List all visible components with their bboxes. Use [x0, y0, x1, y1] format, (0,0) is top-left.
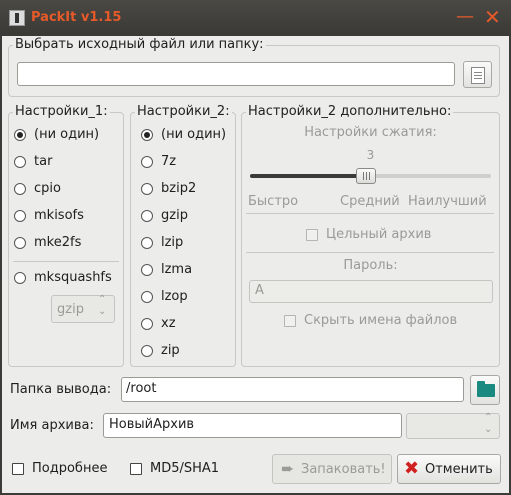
spin-down-icon: ⌄: [484, 424, 493, 435]
close-icon[interactable]: ✕: [484, 7, 501, 27]
spin-up-icon: ⌃: [484, 412, 493, 423]
browse-output-button[interactable]: [470, 375, 500, 405]
source-path-input[interactable]: [17, 62, 455, 86]
pack-arrow-icon: ➨: [281, 459, 295, 478]
password-input[interactable]: A: [249, 280, 493, 303]
settings1-divider: [13, 261, 119, 262]
output-folder-label: Папка вывода:: [10, 382, 112, 397]
mark-best: Наилучший: [408, 194, 487, 209]
settings2-group: Настройки_2: (ни один) 7z bzip2 gzip lzi…: [130, 104, 236, 367]
document-icon: [471, 67, 485, 84]
compression-value: 3: [366, 148, 375, 162]
window-title: PackIt v1.15: [31, 10, 122, 25]
settings1-group: Настройки_1: (ни один) tar cpio mkisofs …: [8, 104, 124, 367]
archive-name-label: Имя архива:: [10, 418, 94, 433]
source-group: Выбрать исходный файл или папку:: [8, 37, 500, 97]
compression-slider-handle[interactable]: [356, 168, 376, 184]
advanced-divider-1: [246, 213, 494, 214]
settings2-title: Настройки_2:: [135, 104, 232, 120]
cancel-x-icon: ✖: [404, 458, 420, 479]
advanced-divider-2: [246, 252, 494, 253]
compression-slider[interactable]: [250, 168, 491, 184]
output-folder-input[interactable]: /root: [121, 377, 464, 402]
compression-slider-fill: [250, 174, 366, 178]
cancel-button[interactable]: ✖ Отменить: [397, 454, 501, 484]
mark-fast: Быстро: [248, 194, 299, 209]
minimize-icon[interactable]: —: [456, 8, 474, 26]
settings1-title: Настройки_1:: [13, 104, 110, 120]
advanced-title: Настройки_2 дополнительно:: [246, 104, 454, 120]
advanced-group: Настройки_2 дополнительно: Настройки сжа…: [241, 104, 500, 367]
folder-icon: [477, 381, 495, 397]
source-label: Выбрать исходный файл или папку:: [13, 37, 266, 53]
app-icon: [9, 10, 25, 26]
squashfs-compressor-select[interactable]: gzip ⌃ ⌄: [51, 295, 115, 323]
password-label: Пароль:: [343, 258, 398, 273]
spin-down-icon: ⌄: [98, 306, 107, 317]
spin-up-icon: ⌃: [98, 294, 107, 305]
compression-label: Настройки сжатия:: [304, 125, 437, 140]
browse-source-button[interactable]: [463, 61, 492, 88]
pack-button[interactable]: ➨ Запаковать!: [272, 454, 392, 484]
archive-format-select[interactable]: ⌃ ⌄: [406, 413, 500, 439]
mark-medium: Средний: [340, 194, 400, 209]
main-window: Выбрать исходный файл или папку: Настрой…: [2, 36, 509, 493]
title-bar: PackIt v1.15 — ✕: [0, 0, 511, 36]
archive-name-input[interactable]: НовыйАрхив: [103, 413, 402, 438]
